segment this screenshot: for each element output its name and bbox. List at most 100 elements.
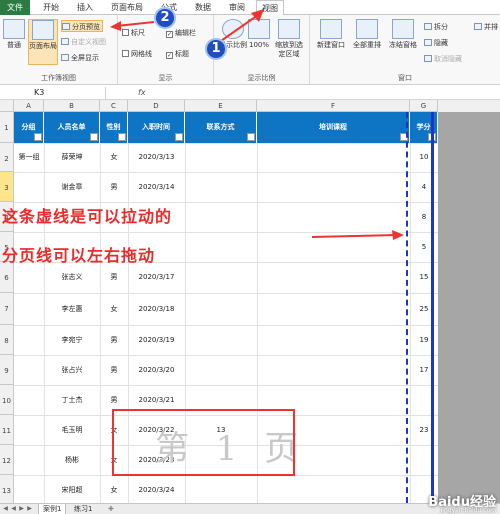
cell-name: 杨彬 (65, 456, 79, 464)
custom-views-label: 自定义视图 (71, 38, 106, 46)
normal-view-label: 普通 (7, 41, 21, 49)
column-header-d[interactable]: D (128, 100, 185, 112)
column-header-f[interactable]: F (257, 100, 410, 112)
cell-sex: 男 (110, 273, 118, 281)
arrange-all-button[interactable]: 全部重排 (350, 19, 384, 50)
side-by-side-label: 并排 (484, 23, 498, 31)
filter-dropdown-icon[interactable] (34, 133, 42, 141)
first-sheet-icon[interactable]: ◀ (2, 505, 9, 513)
new-window-icon (320, 19, 342, 39)
last-sheet-icon[interactable]: ▶ (26, 505, 33, 513)
column-header-a[interactable]: A (14, 100, 44, 112)
formula-bar: K3 fx (0, 86, 500, 100)
split-icon (424, 23, 432, 30)
cell-date: 2020/3/17 (138, 273, 175, 281)
row-header-7[interactable]: 7 (0, 293, 14, 325)
row-header-12[interactable]: 12 (0, 445, 14, 475)
next-sheet-icon[interactable]: ▶ (18, 505, 25, 513)
column-header-e[interactable]: E (185, 100, 257, 112)
highlight-box (112, 409, 295, 476)
cell-name: 宋阳超 (61, 486, 83, 494)
row-header-6[interactable]: 6 (0, 262, 14, 293)
cell-sex: 男 (110, 336, 118, 344)
row-header-11[interactable]: 11 (0, 415, 14, 445)
arrowhead-page-break-preview (110, 21, 121, 31)
unhide-button[interactable]: 取消隐藏 (424, 53, 462, 65)
unhide-label: 取消隐藏 (434, 55, 462, 63)
split-label: 拆分 (434, 23, 448, 31)
group-window: 新建窗口 全部重排 冻结窗格 拆分 隐藏 取消隐藏 并排 窗口 (310, 15, 500, 85)
sheet-tab-bar: ◀ ◀ ▶ ▶ 案例1 练习1 ✚ (0, 503, 500, 514)
cell-sex: 女 (110, 153, 118, 161)
group-label-workbook-views: 工作簿视图 (41, 74, 76, 82)
tab-home[interactable]: 开始 (38, 0, 64, 15)
row-header-3[interactable]: 3 (0, 172, 14, 202)
new-window-label: 新建窗口 (317, 41, 345, 49)
new-window-button[interactable]: 新建窗口 (314, 19, 348, 50)
cell-name: 李左惠 (61, 305, 83, 313)
cell-name: 谢金章 (61, 183, 83, 191)
full-screen-label: 全屏显示 (71, 54, 99, 62)
side-by-side-button[interactable]: 并排 (474, 21, 498, 33)
annotation-page-break: 分页线可以左右拖动 (2, 246, 156, 265)
annotation-drag-line: 这条虚线是可以拉动的 (2, 207, 173, 226)
hide-button[interactable]: 隐藏 (424, 37, 448, 49)
filter-dropdown-icon[interactable] (175, 133, 183, 141)
page-layout-icon (32, 20, 54, 40)
name-box[interactable]: K3 (0, 87, 106, 99)
row-header-10[interactable]: 10 (0, 385, 14, 415)
filter-dropdown-icon[interactable] (90, 133, 98, 141)
row-header-9[interactable]: 9 (0, 355, 14, 385)
new-sheet-icon[interactable]: ✚ (104, 504, 118, 514)
group-label-zoom: 显示比例 (247, 74, 276, 82)
split-button[interactable]: 拆分 (424, 21, 448, 33)
column-header-b[interactable]: B (44, 100, 100, 112)
filter-dropdown-icon[interactable] (118, 133, 126, 141)
watermark-url: jingyan.baidu.com (440, 507, 496, 514)
column-header-g[interactable]: G (410, 100, 438, 112)
cell-date: 2020/3/20 (138, 366, 175, 374)
out-of-print-area (438, 112, 500, 503)
custom-views-button[interactable]: 自定义视图 (61, 36, 106, 48)
cell-group: 第一组 (18, 153, 40, 161)
prev-sheet-icon[interactable]: ◀ (10, 505, 17, 513)
page-break-dashed-line[interactable] (406, 112, 408, 503)
filter-dropdown-icon[interactable] (247, 133, 255, 141)
freeze-panes-label: 冻结窗格 (389, 41, 417, 49)
cell-sex: 男 (110, 183, 118, 191)
cell-sex: 男 (110, 366, 118, 374)
page-break-preview-icon (62, 23, 70, 30)
arrange-all-icon (356, 19, 378, 39)
tab-insert[interactable]: 插入 (72, 0, 98, 15)
cell-date: 2020/3/13 (138, 153, 175, 161)
arrowhead-view-tab (251, 9, 264, 22)
header-cell: 培训课程 (257, 112, 410, 143)
full-screen-button[interactable]: 全屏显示 (61, 52, 99, 64)
cell-name: 毛玉明 (61, 426, 83, 434)
row-header-13[interactable]: 13 (0, 475, 14, 503)
row-header-2[interactable]: 2 (0, 143, 14, 172)
tab-file[interactable]: 文件 (0, 0, 30, 15)
hide-icon (424, 39, 432, 46)
select-all-corner[interactable] (0, 100, 14, 112)
print-area-boundary[interactable] (431, 112, 434, 503)
custom-views-icon (61, 38, 69, 45)
sheet-tab-case1[interactable]: 案例1 (38, 504, 67, 514)
page-layout-view-button[interactable]: 页面布局 (28, 19, 58, 65)
cell-name: 薛荣坤 (61, 153, 83, 161)
page-break-preview-button[interactable]: 分页预览 (61, 20, 103, 32)
row-header-1[interactable]: 1 (0, 112, 14, 143)
worksheet-grid[interactable]: ABCDEFGHI 12345678910111213 分组人员名单性别入职时间… (0, 100, 500, 503)
column-header-c[interactable]: C (100, 100, 128, 112)
row-header-8[interactable]: 8 (0, 325, 14, 355)
freeze-panes-icon (392, 19, 414, 39)
freeze-panes-button[interactable]: 冻结窗格 (386, 19, 420, 50)
cell-date: 2020/3/14 (138, 183, 175, 191)
page-layout-label: 页面布局 (29, 42, 57, 50)
normal-view-button[interactable]: 普通 (2, 19, 26, 50)
cell-date: 2020/3/24 (138, 486, 175, 494)
unhide-icon (424, 55, 432, 62)
normal-view-icon (3, 19, 25, 39)
fx-icon[interactable]: fx (138, 86, 146, 100)
sheet-tab-practice1[interactable]: 练习1 (70, 504, 96, 514)
